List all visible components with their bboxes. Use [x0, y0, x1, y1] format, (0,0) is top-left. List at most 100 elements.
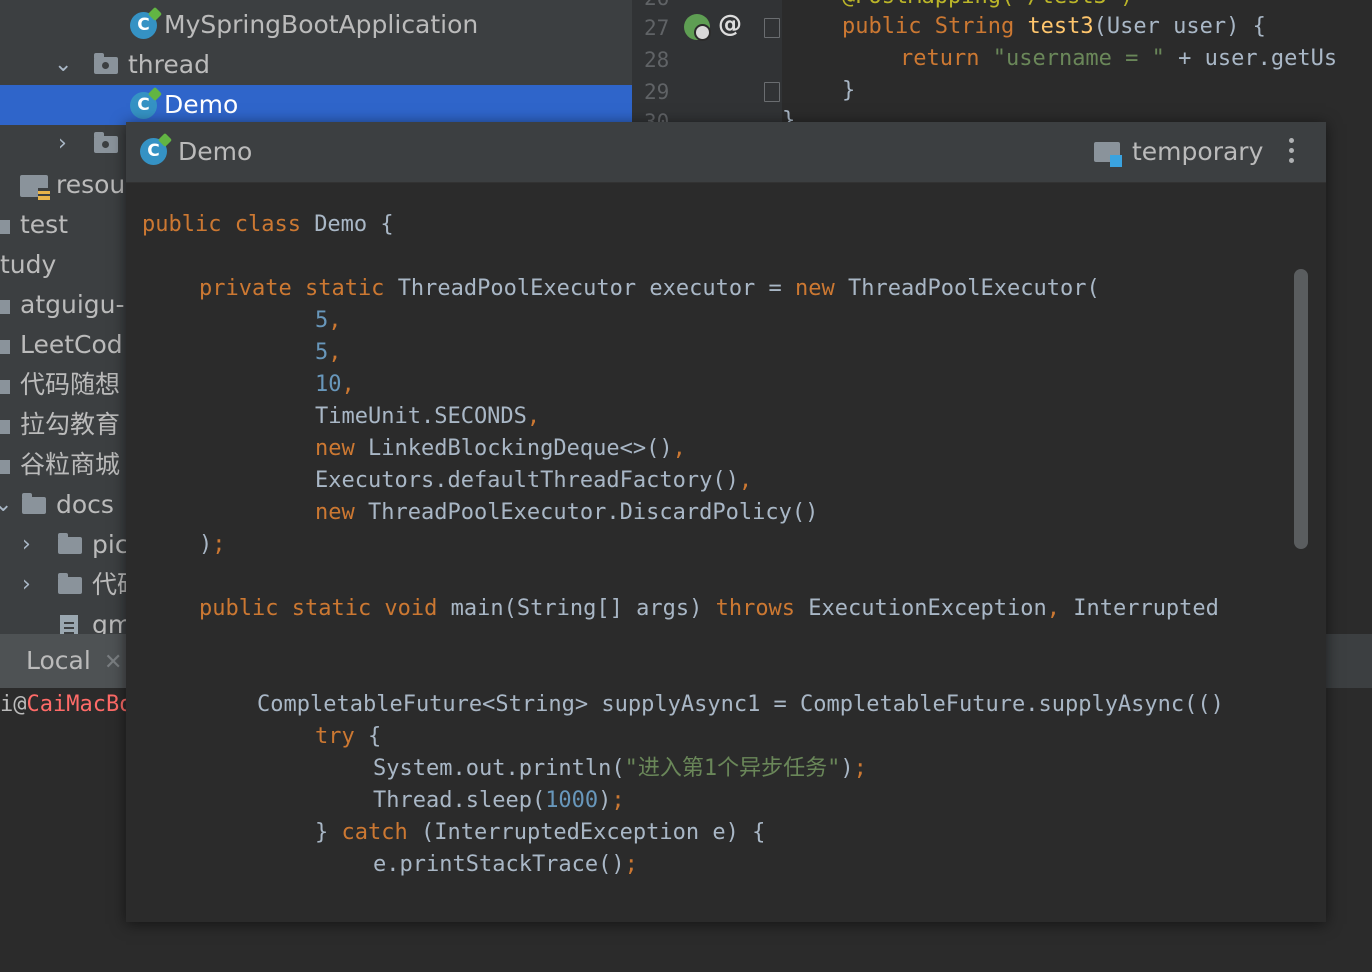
code-line: System.out.println("进入第1个异步任务");	[373, 756, 867, 781]
number-literal: 1000	[545, 788, 599, 813]
number-literal: 10	[315, 372, 342, 397]
code-line: }	[842, 78, 856, 103]
tree-item-label: test	[20, 210, 69, 239]
code-token: System.out.println(	[373, 756, 625, 781]
popup-title: Demo	[178, 137, 253, 166]
module-icon	[0, 220, 10, 234]
module-icon	[0, 300, 10, 314]
popup-header: C Demo temporary	[126, 122, 1326, 183]
code-token: }	[315, 820, 342, 845]
code-token: (User user) {	[1093, 14, 1266, 39]
chevron-right-icon[interactable]: ›	[22, 565, 31, 605]
tree-item-label: 代码随想	[20, 370, 121, 399]
code-line: } catch (InterruptedException e) {	[315, 817, 765, 849]
tree-item-label: pic	[92, 530, 129, 559]
code-token: LinkedBlockingDeque<>()	[367, 436, 673, 461]
code-token: Demo {	[314, 212, 394, 237]
tab-label: Local	[26, 646, 91, 675]
code-line: 5,	[315, 340, 342, 365]
code-line: public String test3(User user) {	[842, 14, 1266, 39]
code-line: @PostMapping("/test3")	[842, 0, 1133, 9]
code-token: )	[840, 756, 854, 781]
terminal-prompt: i@CaiMacBo	[0, 692, 132, 717]
number-literal: 5	[315, 308, 329, 333]
close-icon[interactable]: ✕	[104, 650, 122, 675]
number-literal: 5	[315, 340, 329, 365]
tree-item-mySpringBootApplication[interactable]: C MySpringBootApplication	[0, 5, 632, 45]
code-line: public class Demo {	[142, 209, 394, 241]
code-token: public String	[842, 14, 1028, 39]
code-line: 10,	[315, 372, 355, 397]
method-name: test3	[1027, 14, 1094, 39]
code-token: (InterruptedException e) {	[420, 820, 766, 845]
keyword: public static void	[199, 596, 451, 621]
code-token: Thread.sleep(	[373, 788, 546, 813]
code-token: )	[598, 788, 612, 813]
tree-item-label: thread	[128, 50, 210, 79]
keyword: public class	[142, 212, 315, 237]
chevron-down-icon[interactable]: ⌄	[54, 45, 72, 85]
package-icon	[94, 132, 118, 153]
keyword: new	[795, 276, 849, 301]
tree-item-label: tudy	[0, 250, 57, 279]
code-token: Executors.defaultThreadFactory()	[315, 468, 739, 493]
tree-item-thread[interactable]: ⌄ thread	[0, 45, 632, 85]
tab-local[interactable]: Local ✕	[0, 634, 128, 688]
keyword: new	[315, 500, 368, 525]
code-token: TimeUnit.SECONDS	[315, 404, 527, 429]
quick-definition-popup[interactable]: C Demo temporary public class Demo { pri…	[126, 122, 1326, 922]
mapping-annotation-icon[interactable]: @	[718, 10, 742, 38]
code-line: e.printStackTrace();	[373, 852, 638, 877]
code-line: Executors.defaultThreadFactory(),	[315, 468, 753, 493]
code-preview[interactable]: public class Demo { private static Threa…	[126, 183, 1326, 922]
chevron-down-icon[interactable]: ⌄	[0, 485, 12, 525]
code-token: ThreadPoolExecutor(	[848, 276, 1100, 301]
tree-item-label: 谷粒商城	[20, 450, 121, 479]
fold-icon[interactable]	[764, 18, 780, 38]
keyword: try	[315, 724, 355, 749]
module-icon	[0, 420, 10, 434]
tree-item-label: MySpringBootApplication	[164, 10, 479, 39]
prompt-host: CaiMacBo	[26, 692, 133, 717]
module-name[interactable]: temporary	[1132, 137, 1263, 166]
code-line: public static void main(String[] args) t…	[199, 596, 1219, 621]
code-line: new ThreadPoolExecutor.DiscardPolicy()	[315, 497, 818, 529]
module-icon	[0, 340, 10, 354]
chevron-right-icon[interactable]: ›	[58, 124, 67, 164]
class-icon: C	[140, 138, 167, 165]
code-token: CompletableFuture<String> supplyAsync1 =…	[257, 692, 1224, 717]
code-line: new LinkedBlockingDeque<>(),	[315, 436, 686, 461]
code-token: ExecutionException	[808, 596, 1047, 621]
code-line: Thread.sleep(1000);	[373, 788, 625, 813]
more-options-icon[interactable]	[1286, 136, 1296, 166]
annotation-text: @PostMapping("/test3")	[842, 0, 1133, 9]
keyword: catch	[341, 820, 421, 845]
code-token: return	[900, 46, 993, 71]
prompt-user: i@	[0, 692, 27, 717]
folder-icon	[58, 533, 82, 554]
folder-icon	[22, 493, 46, 514]
code-line: TimeUnit.SECONDS,	[315, 404, 541, 429]
tree-item-label: atguigu-	[20, 290, 125, 319]
code-token: main(String[] args)	[450, 596, 716, 621]
tree-item-demo[interactable]: C Demo	[0, 85, 632, 125]
line-number: 29	[644, 80, 670, 104]
keyword: throws	[715, 596, 809, 621]
code-line: 5,	[315, 308, 342, 333]
fold-icon[interactable]	[764, 82, 780, 102]
string-literal: "username = "	[992, 46, 1165, 71]
chevron-right-icon[interactable]: ›	[22, 525, 31, 565]
code-line: CompletableFuture<String> supplyAsync1 =…	[257, 689, 1224, 721]
spring-class-icon: C	[130, 12, 157, 39]
module-folder-icon	[1094, 142, 1122, 167]
spring-bean-icon[interactable]	[684, 14, 711, 41]
code-token: + user.getUs	[1164, 46, 1338, 71]
module-icon	[0, 460, 10, 474]
code-token: e.printStackTrace()	[373, 852, 625, 877]
file-icon	[60, 615, 78, 634]
code-token: ThreadPoolExecutor executor =	[397, 276, 796, 301]
vertical-scrollbar[interactable]	[1294, 269, 1308, 549]
resources-folder-icon	[20, 175, 50, 200]
folder-icon	[58, 573, 82, 594]
code-token: )	[199, 532, 213, 557]
